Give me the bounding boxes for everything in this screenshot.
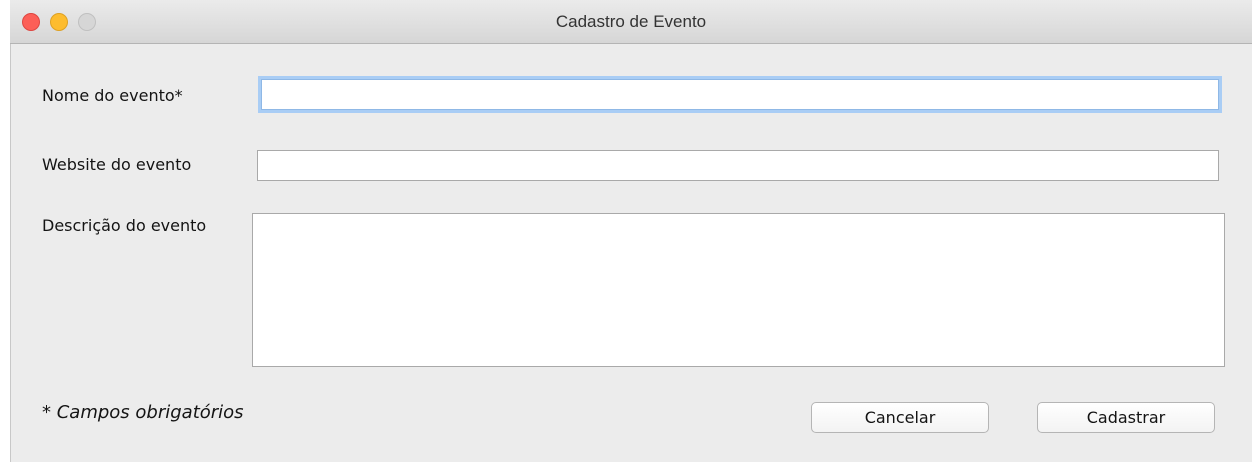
required-fields-note: * Campos obrigatórios bbox=[42, 402, 244, 423]
event-description-label: Descrição do evento bbox=[42, 216, 207, 235]
event-name-label: Nome do evento* bbox=[42, 86, 183, 105]
title-bar: Cadastro de Evento bbox=[10, 0, 1252, 44]
event-name-field[interactable] bbox=[261, 79, 1219, 110]
event-description-field[interactable] bbox=[252, 213, 1225, 367]
cancel-button[interactable]: Cancelar bbox=[811, 402, 989, 433]
submit-button[interactable]: Cadastrar bbox=[1037, 402, 1215, 433]
event-website-field[interactable] bbox=[257, 150, 1219, 181]
window-title: Cadastro de Evento bbox=[555, 12, 707, 31]
event-registration-window: Cadastro de Evento Nome do evento* Websi… bbox=[10, 0, 1252, 462]
event-website-label: Website do evento bbox=[42, 155, 192, 174]
window-border bbox=[10, 44, 11, 462]
